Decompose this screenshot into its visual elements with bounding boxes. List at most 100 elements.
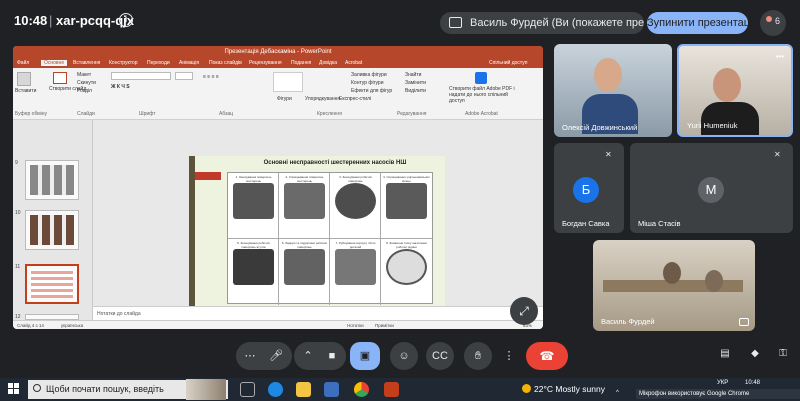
- presenting-indicator[interactable]: Василь Фурдей (Ви (покажете презентацію): [440, 12, 644, 34]
- tab-transitions[interactable]: Переходи: [147, 60, 170, 66]
- font-family-select[interactable]: [111, 72, 171, 80]
- windows-start-icon[interactable]: [8, 383, 20, 395]
- more-options-icon[interactable]: •••: [776, 52, 784, 61]
- adobe-pdf-icon[interactable]: [475, 72, 487, 84]
- tray-arrow-icon[interactable]: ^: [616, 390, 619, 396]
- ribbon-shapes[interactable]: Фігури: [277, 96, 292, 102]
- pressure-gauge-photo: [386, 249, 427, 285]
- mic-options-icon[interactable]: ⋯: [236, 342, 264, 370]
- ribbon-find[interactable]: Знайти: [405, 72, 421, 78]
- participant-tile-1[interactable]: Олексій Довжинський: [554, 44, 672, 137]
- mic-off-icon: ✕: [774, 150, 781, 159]
- avatar: Б: [573, 177, 599, 203]
- slide-table: 1. Зношування поверхонь шестерень 2. Спр…: [227, 172, 433, 305]
- notes-pane[interactable]: Нотатки до слайда: [93, 306, 543, 320]
- slide-thumbnail[interactable]: [25, 210, 79, 250]
- paste-icon[interactable]: [17, 72, 31, 86]
- cell-caption: 4. Спрацювання ущільнювальних кілець: [383, 175, 430, 183]
- participant-name: Василь Фурдей: [601, 317, 655, 326]
- lock-icon[interactable]: ⚿: [776, 348, 790, 362]
- participant-tile-2[interactable]: ••• Yurii Humeniuk: [677, 44, 793, 137]
- file-explorer-icon[interactable]: [296, 382, 311, 397]
- ribbon-reset[interactable]: Скинути: [77, 80, 96, 86]
- search-highlight-image: [186, 379, 226, 400]
- slide-thumbnail-selected[interactable]: [25, 264, 79, 304]
- ribbon-replace[interactable]: Замінити: [405, 80, 426, 86]
- group-paragraph: Абзац: [219, 111, 234, 117]
- ribbon-shape-fill[interactable]: Заливка фігури: [351, 72, 387, 78]
- weather-sun-icon: [522, 384, 531, 393]
- weather-widget[interactable]: 22°C Mostly sunny: [534, 384, 605, 394]
- slide-thumbnail[interactable]: [25, 160, 79, 200]
- ribbon-section[interactable]: Розділ: [77, 88, 92, 94]
- tab-insert[interactable]: Вставлення: [73, 60, 100, 66]
- ribbon-arrange[interactable]: Упорядкування: [305, 96, 340, 102]
- paragraph-tools[interactable]: ≡ ≡ ≡ ≡: [203, 74, 253, 94]
- tab-view[interactable]: Подання: [291, 60, 311, 66]
- participant-tile-4[interactable]: ✕ М Міша Стасів: [630, 143, 793, 233]
- search-icon: [33, 384, 41, 392]
- info-icon[interactable]: i: [119, 13, 133, 27]
- pin-icon[interactable]: [739, 318, 749, 326]
- participant-face: [594, 58, 622, 92]
- share-link[interactable]: Спільний доступ: [489, 60, 527, 66]
- more-options-icon[interactable]: ⋮: [498, 342, 520, 370]
- font-size-select[interactable]: [175, 72, 193, 80]
- input-language[interactable]: УКР: [717, 380, 728, 386]
- bold-icon[interactable]: Ж К Ч S: [111, 84, 130, 90]
- present-screen-icon[interactable]: ▣: [350, 342, 380, 370]
- status-notes[interactable]: Нотатки: [347, 323, 364, 328]
- store-icon[interactable]: [324, 382, 339, 397]
- ribbon-shape-outline[interactable]: Контур фігури: [351, 80, 383, 86]
- participant-tile-3[interactable]: ✕ Б Богдан Савка: [554, 143, 624, 233]
- mic-off-icon: ✕: [605, 150, 612, 159]
- windows-taskbar: Щоби почати пошук, введіть 22°C Mostly s…: [0, 378, 800, 401]
- microphone-icon[interactable]: 🎤︎: [262, 342, 290, 370]
- participant-tile-self[interactable]: Василь Фурдей: [593, 240, 755, 331]
- current-slide[interactable]: Основні несправності шестеренних насосів…: [189, 156, 445, 329]
- ribbon-shape-effects[interactable]: Ефекти для фігур: [351, 88, 392, 94]
- taskbar-clock[interactable]: 10:48: [745, 380, 760, 386]
- emoji-icon[interactable]: ☺: [390, 342, 418, 370]
- gear-photo: [335, 183, 376, 219]
- new-slide-icon[interactable]: [53, 72, 67, 84]
- task-view-icon[interactable]: [240, 382, 255, 397]
- participants-badge[interactable]: 6: [760, 10, 786, 36]
- chrome-icon[interactable]: [354, 382, 369, 397]
- tab-slideshow[interactable]: Показ слайдів: [209, 60, 242, 66]
- ribbon-layout[interactable]: Макет: [77, 72, 91, 78]
- edge-icon[interactable]: [268, 382, 283, 397]
- captions-icon[interactable]: CC: [426, 342, 454, 370]
- tab-file[interactable]: Файл: [17, 60, 29, 66]
- group-drawing: Креслення: [317, 111, 342, 117]
- tab-design[interactable]: Конструктор: [109, 60, 138, 66]
- present-screen-icon: [449, 17, 462, 28]
- cell-caption: 8. Зниження тиску нагнітання робочої рід…: [386, 241, 427, 249]
- shapes-gallery[interactable]: [273, 72, 303, 92]
- ribbon-create-pdf[interactable]: Створити файл Adobe PDF і надати до ньог…: [449, 86, 519, 104]
- participant-name: Yurii Humeniuk: [687, 121, 738, 130]
- expand-icon[interactable]: ⤢: [510, 297, 538, 325]
- tab-review[interactable]: Рецензування: [249, 60, 282, 66]
- shapes-icon[interactable]: ◆: [748, 348, 762, 362]
- participant-head: [705, 270, 723, 292]
- tab-acrobat[interactable]: Acrobat: [345, 60, 362, 66]
- stop-presenting-button[interactable]: Зупинити презентацію: [647, 12, 761, 34]
- powerpoint-icon[interactable]: [384, 382, 399, 397]
- camera-icon[interactable]: ■: [318, 342, 346, 370]
- meeting-controls: ⋯ 🎤︎ ⌃ ■ ▣ ☺ CC ✋︎ ⋮ ☎︎ ▤ ◆ ⚿: [0, 339, 800, 371]
- tab-animations[interactable]: Анімація: [179, 60, 199, 66]
- ribbon-select[interactable]: Виділити: [405, 88, 426, 94]
- tab-help[interactable]: Довідка: [319, 60, 337, 66]
- chat-icon[interactable]: ▤: [718, 348, 732, 362]
- status-comments[interactable]: Примітки: [375, 323, 394, 328]
- raise-hand-icon[interactable]: ✋︎: [464, 342, 492, 370]
- avatar: М: [698, 177, 724, 203]
- powerpoint-ribbon: Вставити Створити слайд Макет Скинути Ро…: [13, 68, 543, 120]
- leave-call-icon[interactable]: ☎︎: [526, 342, 568, 370]
- slide-number: 11: [15, 264, 21, 270]
- ribbon-quick-styles[interactable]: Експрес-стилі: [339, 96, 371, 102]
- ribbon-paste[interactable]: Вставити: [15, 88, 36, 94]
- tab-home[interactable]: Основне: [41, 60, 68, 66]
- participant-name: Олексій Довжинський: [562, 123, 638, 132]
